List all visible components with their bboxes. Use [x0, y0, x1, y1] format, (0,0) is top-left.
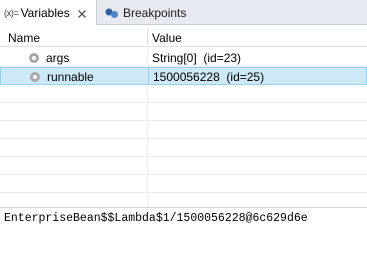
variable-value: 1500056228 (id=25) [153, 70, 265, 84]
variables-table: args String[0] (id=23) runnable 15000562… [0, 49, 367, 211]
tab-breakpoints-label: Breakpoints [123, 5, 187, 20]
empty-row [0, 175, 367, 193]
table-row[interactable]: args String[0] (id=23) [0, 49, 367, 67]
empty-row [0, 103, 367, 121]
column-divider[interactable] [147, 29, 148, 47]
tab-variables-label: Variables [20, 5, 70, 20]
variable-name: args [46, 51, 70, 65]
tab-breakpoints[interactable]: Breakpoints [102, 0, 186, 25]
column-header-value[interactable]: Value [152, 31, 182, 45]
variable-value: String[0] (id=23) [152, 51, 242, 65]
tab-variables[interactable]: (x)= Variables [0, 0, 97, 25]
column-header: Name Value [0, 29, 367, 47]
tab-bar: (x)= Variables Breakpoints [0, 0, 367, 25]
variables-view: (x)= Variables Breakpoints Name Value ar… [0, 0, 367, 260]
empty-row [0, 193, 367, 211]
field-icon [30, 72, 40, 82]
empty-row [0, 121, 367, 139]
detail-pane-text[interactable]: EnterpriseBean$$Lambda$1/1500056228@6c62… [4, 212, 308, 225]
variable-name: runnable [47, 70, 94, 84]
field-icon [29, 53, 39, 63]
breakpoints-icon [104, 7, 120, 19]
empty-row [0, 139, 367, 157]
table-row-selected[interactable]: runnable 1500056228 (id=25) [0, 67, 367, 85]
empty-row [0, 85, 367, 103]
close-icon[interactable] [77, 8, 87, 18]
variables-view-icon: (x)= [4, 7, 19, 18]
detail-pane-divider[interactable] [0, 207, 367, 208]
column-header-name[interactable]: Name [8, 31, 40, 45]
empty-row [0, 157, 367, 175]
